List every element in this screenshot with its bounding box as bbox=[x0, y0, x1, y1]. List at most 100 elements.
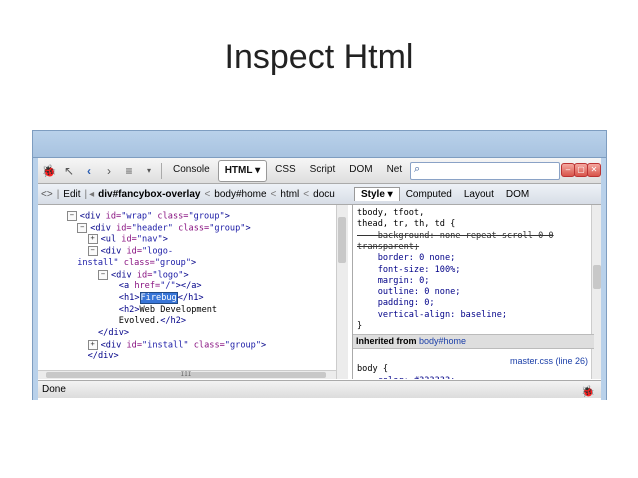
breadcrumb-item[interactable]: docu bbox=[310, 189, 338, 200]
inherited-label: Inherited from bbox=[356, 336, 420, 347]
search-input[interactable]: ⌕ bbox=[410, 162, 560, 180]
html-tree-line[interactable]: <h1>Firebug</h1> bbox=[119, 291, 204, 304]
selected-node[interactable]: Firebug bbox=[139, 291, 178, 304]
search-icon: ⌕ bbox=[414, 163, 421, 175]
html-token: <div bbox=[90, 223, 117, 234]
minimize-button[interactable]: – bbox=[561, 163, 575, 177]
css-rule-line[interactable]: outline: 0 none; bbox=[357, 287, 461, 298]
side-tab-dom[interactable]: DOM bbox=[500, 188, 535, 201]
css-rule-line[interactable]: background: none repeat scroll 0 0 bbox=[357, 231, 554, 242]
breadcrumb-item[interactable]: html bbox=[277, 189, 302, 200]
expand-icon[interactable]: + bbox=[87, 339, 98, 350]
html-token: id= bbox=[121, 234, 137, 245]
side-tab-computed[interactable]: Computed bbox=[400, 188, 458, 201]
css-rule-line[interactable]: font-size: 100%; bbox=[357, 265, 461, 276]
menu-icon[interactable]: ≡ bbox=[120, 162, 138, 180]
html-tree-line[interactable]: − <div id="logo- bbox=[87, 246, 174, 257]
style-vertical-scrollbar[interactable] bbox=[591, 205, 601, 379]
html-token: "logo- bbox=[142, 246, 174, 257]
tab-html[interactable]: HTML ▾ bbox=[217, 159, 268, 182]
html-token: class= bbox=[157, 211, 189, 222]
breadcrumb: div#fancybox-overlay < body#home < html < docu bbox=[95, 189, 338, 200]
html-tree-line[interactable]: − <div id="wrap" class="group"> bbox=[66, 211, 230, 222]
collapse-icon[interactable]: − bbox=[66, 211, 77, 221]
html-token: id= bbox=[105, 211, 122, 222]
scroll-thumb[interactable] bbox=[338, 217, 346, 263]
css-rule-line[interactable]: transparent; bbox=[357, 242, 419, 253]
html-token: "group" bbox=[209, 223, 246, 234]
tab-net[interactable]: Net bbox=[381, 160, 409, 180]
status-text: Done bbox=[42, 384, 66, 395]
css-rule-line[interactable]: color: #333333; bbox=[357, 376, 456, 379]
stylesheet-link[interactable]: master.css (line 26) bbox=[510, 356, 588, 366]
html-tree-line[interactable]: − <div id="header" class="group"> bbox=[77, 222, 251, 234]
html-tree-line[interactable]: <a href="/"></a> bbox=[119, 281, 202, 292]
html-token: <div bbox=[100, 246, 127, 257]
html-token: > bbox=[162, 234, 168, 245]
scroll-thumb[interactable]: III bbox=[46, 372, 326, 378]
collapse-icon[interactable]: − bbox=[98, 269, 108, 280]
css-rule-line[interactable]: body { bbox=[357, 364, 388, 375]
css-rule-line[interactable]: } bbox=[357, 321, 362, 332]
html-token: id= bbox=[136, 270, 153, 280]
back-icon[interactable]: ‹ bbox=[80, 162, 98, 180]
css-rule-line[interactable]: margin: 0; bbox=[357, 276, 430, 287]
scroll-left-icon[interactable]: ◂ bbox=[88, 189, 95, 200]
html-token: install" bbox=[77, 257, 124, 268]
tab-dom[interactable]: DOM bbox=[343, 160, 378, 180]
html-token: <div bbox=[111, 270, 137, 280]
dropdown-icon[interactable]: ▾ bbox=[140, 162, 158, 180]
detach-button[interactable]: ▢ bbox=[574, 163, 588, 177]
css-rule-line[interactable]: padding: 0; bbox=[357, 298, 435, 309]
html-token: class= bbox=[178, 223, 210, 234]
html-token: ></a> bbox=[175, 281, 202, 292]
collapse-icon[interactable]: − bbox=[77, 222, 88, 233]
slide-title: Inspect Html bbox=[224, 38, 414, 76]
html-horizontal-scrollbar[interactable]: III bbox=[38, 370, 336, 379]
firebug-icon[interactable]: 🐞 bbox=[40, 162, 58, 180]
breadcrumb-bar: <> | Edit | ◂ div#fancybox-overlay < body#… bbox=[38, 184, 601, 205]
breadcrumb-separator: < bbox=[204, 188, 211, 200]
html-token: "group" bbox=[154, 257, 192, 268]
firebug-status-icon[interactable]: 🐞 bbox=[581, 383, 595, 398]
html-token: "logo" bbox=[152, 270, 184, 280]
inspect-icon[interactable]: ↖ bbox=[60, 162, 78, 180]
html-token: > bbox=[183, 270, 189, 280]
close-button[interactable]: ✕ bbox=[587, 163, 601, 177]
html-vertical-scrollbar[interactable] bbox=[336, 205, 348, 379]
edit-button[interactable]: Edit bbox=[60, 189, 83, 200]
css-rule-line[interactable]: border: 0 none; bbox=[357, 253, 456, 264]
code-icon[interactable]: <> bbox=[38, 189, 56, 200]
tab-script[interactable]: Script bbox=[304, 160, 342, 180]
html-token: "nav" bbox=[136, 234, 163, 245]
style-panel: tbody, tfoot, thead, tr, th, td { backgro… bbox=[352, 205, 601, 379]
breadcrumb-item[interactable]: div#fancybox-overlay bbox=[95, 189, 203, 200]
html-tree-line[interactable]: <h2>Web Development bbox=[119, 305, 217, 316]
html-token: id= bbox=[126, 340, 142, 351]
collapse-icon[interactable]: − bbox=[87, 246, 98, 257]
html-token: </div> bbox=[98, 328, 130, 338]
html-token: class= bbox=[193, 340, 225, 351]
scroll-thumb[interactable] bbox=[593, 265, 601, 289]
css-rule-line[interactable]: thead, tr, th, td { bbox=[357, 219, 455, 230]
html-tree-line[interactable]: + <div id="install" class="group"> bbox=[87, 339, 266, 351]
html-tree-line[interactable]: + <ul id="nav"> bbox=[87, 234, 168, 245]
css-rule-line[interactable]: tbody, tfoot, bbox=[357, 208, 424, 219]
html-tree-line[interactable]: install" class="group"> bbox=[77, 258, 196, 269]
inherited-link[interactable]: body#home bbox=[419, 336, 466, 346]
breadcrumb-item[interactable]: body#home bbox=[211, 189, 269, 200]
html-tree-line[interactable]: </div> bbox=[98, 328, 129, 339]
html-token: "/" bbox=[160, 281, 176, 292]
css-rule-line[interactable]: vertical-align: baseline; bbox=[357, 310, 507, 321]
html-tree-line[interactable]: − <div id="logo"> bbox=[98, 269, 189, 281]
tab-css[interactable]: CSS bbox=[269, 160, 302, 180]
html-tree-line[interactable]: </div> bbox=[88, 351, 119, 362]
side-tab-style[interactable]: Style ▾ bbox=[354, 187, 400, 201]
html-tree-line[interactable]: Evolved.</h2> bbox=[119, 316, 186, 327]
html-token: </div> bbox=[87, 351, 119, 362]
html-token: "header" bbox=[131, 223, 179, 234]
side-tab-layout[interactable]: Layout bbox=[458, 188, 500, 201]
expand-icon[interactable]: + bbox=[87, 234, 98, 245]
tab-console[interactable]: Console bbox=[167, 160, 216, 180]
forward-icon[interactable]: › bbox=[100, 162, 118, 180]
